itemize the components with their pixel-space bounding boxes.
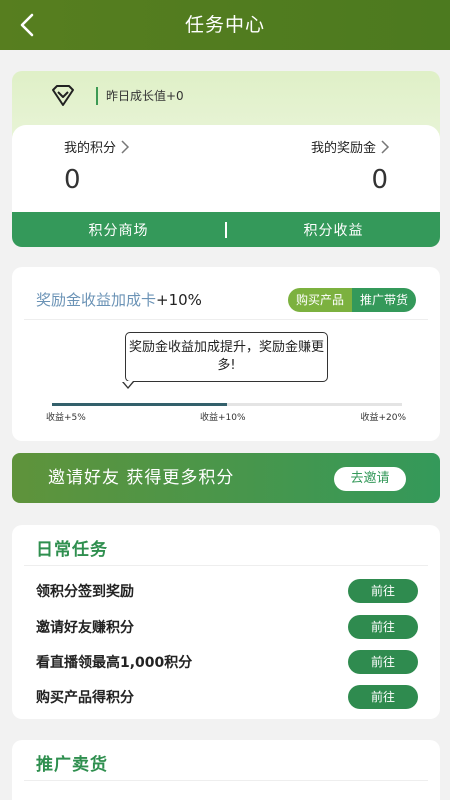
my-bonus-label: 我的奖励金: [310, 141, 376, 156]
bonus-tabs: 购买产品 推广带货: [287, 288, 416, 312]
promo-card: 推广卖货: [12, 740, 440, 800]
promo-title: 推广卖货: [36, 755, 108, 775]
diamond-icon: [52, 85, 74, 106]
tick-label-10: 收益+10%: [200, 413, 246, 423]
points-card: 昨日成长值+0 我的积分 我的奖励金 0 0 积分商场 积分收益: [12, 71, 440, 247]
task-row: 邀请好友赚积分 前往: [12, 613, 440, 641]
bonus-card-title-prefix: 奖励金收益加成卡: [36, 291, 157, 309]
bonus-boost-card: 奖励金收益加成卡+10% 购买产品 推广带货 奖励金收益加成提升，奖励金赚更多!…: [12, 267, 440, 441]
tab-buy-product[interactable]: 购买产品: [287, 288, 352, 312]
my-points-label: 我的积分: [64, 141, 117, 156]
chevron-right-icon: [121, 139, 130, 154]
divider: [24, 319, 428, 320]
task-go-button[interactable]: 前往: [348, 615, 418, 639]
task-row: 购买产品得积分 前往: [12, 683, 440, 711]
invite-text: 邀请好友 获得更多积分: [48, 468, 235, 488]
bonus-card-title-value: +10%: [156, 291, 202, 309]
points-action-bar: 积分商场 积分收益: [12, 212, 440, 247]
growth-header: 昨日成长值+0: [12, 71, 440, 125]
tick-label-5: 收益+5%: [46, 413, 86, 423]
tooltip-tail-fill: [123, 381, 133, 387]
task-name: 看直播领最高1,000积分: [36, 655, 193, 671]
points-shop-button[interactable]: 积分商场: [12, 220, 225, 240]
top-bar: 任务中心: [0, 0, 450, 50]
task-row: 看直播领最高1,000积分 前往: [12, 648, 440, 676]
my-points-link[interactable]: 我的积分: [64, 137, 130, 156]
my-points-value: 0: [64, 165, 81, 195]
task-name: 领积分签到奖励: [36, 584, 134, 600]
task-name: 邀请好友赚积分: [36, 620, 134, 636]
daily-tasks-title: 日常任务: [36, 540, 108, 560]
progress-fill: [52, 403, 227, 406]
my-bonus-link[interactable]: 我的奖励金: [311, 137, 390, 156]
bonus-card-title: 奖励金收益加成卡+10%: [36, 289, 202, 310]
page-title: 任务中心: [184, 14, 265, 36]
task-go-button[interactable]: 前往: [348, 685, 418, 709]
task-name: 购买产品得积分: [36, 690, 134, 706]
divider: [24, 780, 428, 781]
tooltip-bubble: 奖励金收益加成提升，奖励金赚更多!: [125, 332, 328, 382]
invite-banner: 邀请好友 获得更多积分 去邀请: [12, 453, 440, 503]
tick-label-20: 收益+20%: [360, 413, 406, 423]
chevron-right-icon: [381, 139, 390, 154]
tab-promote[interactable]: 推广带货: [351, 288, 416, 312]
divider: [24, 565, 428, 566]
daily-tasks-card: 日常任务 领积分签到奖励 前往 邀请好友赚积分 前往 看直播领最高1,000积分…: [12, 525, 440, 719]
my-bonus-value: 0: [371, 165, 388, 195]
points-body: 我的积分 我的奖励金 0 0 积分商场 积分收益: [12, 125, 440, 247]
progress-track: [52, 403, 402, 406]
growth-value-text: 昨日成长值+0: [96, 87, 184, 105]
points-earnings-button[interactable]: 积分收益: [227, 220, 440, 240]
task-go-button[interactable]: 前往: [348, 650, 418, 674]
task-row: 领积分签到奖励 前往: [12, 577, 440, 605]
task-go-button[interactable]: 前往: [348, 579, 418, 603]
invite-button[interactable]: 去邀请: [334, 467, 406, 491]
